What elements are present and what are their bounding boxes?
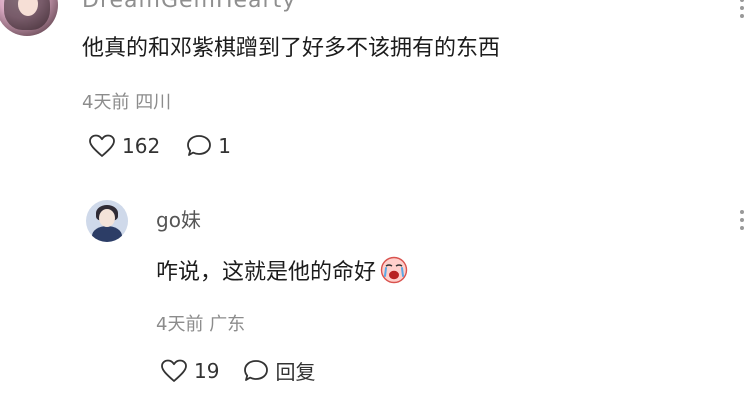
top-comment-location: 四川 — [135, 92, 172, 113]
reply-button[interactable]: 回复 — [275, 356, 315, 385]
reply-time: 4天前 — [156, 314, 204, 335]
reply-username[interactable]: go妹 — [156, 204, 201, 233]
avatar-top-commenter[interactable] — [0, 0, 58, 36]
avatar-reply-author[interactable] — [86, 200, 128, 242]
reply-actions: 19 回复 — [160, 356, 315, 385]
crying-face-icon — [380, 256, 408, 284]
top-comment-text: 他真的和邓紫棋蹭到了好多不该拥有的东西 — [82, 36, 501, 61]
top-comment-reply-count: 1 — [218, 134, 231, 158]
reply-text: 咋说，这就是他的命好 — [156, 260, 377, 285]
top-comment-meta: 4天前 四川 — [82, 88, 171, 114]
heart-outline-icon[interactable] — [160, 359, 188, 383]
more-options-icon[interactable] — [730, 0, 752, 20]
avatar-body — [92, 226, 122, 242]
more-options-icon[interactable] — [730, 208, 752, 232]
reply-meta: 4天前 广东 — [156, 310, 245, 336]
heart-outline-icon[interactable] — [88, 134, 116, 158]
top-comment-time: 4天前 — [82, 92, 130, 113]
reply-like-count: 19 — [194, 358, 220, 383]
speech-bubble-icon[interactable] — [243, 359, 269, 383]
top-comment-actions: 162 1 — [88, 134, 257, 158]
avatar-face — [99, 209, 115, 227]
reply-comment-text: 咋说，这就是他的命好 — [156, 254, 408, 286]
top-comment-username[interactable]: DreamGemHearty — [82, 0, 296, 13]
reply-location: 广东 — [209, 314, 246, 335]
top-comment-like-count: 162 — [122, 134, 161, 158]
speech-bubble-icon[interactable] — [186, 134, 212, 158]
